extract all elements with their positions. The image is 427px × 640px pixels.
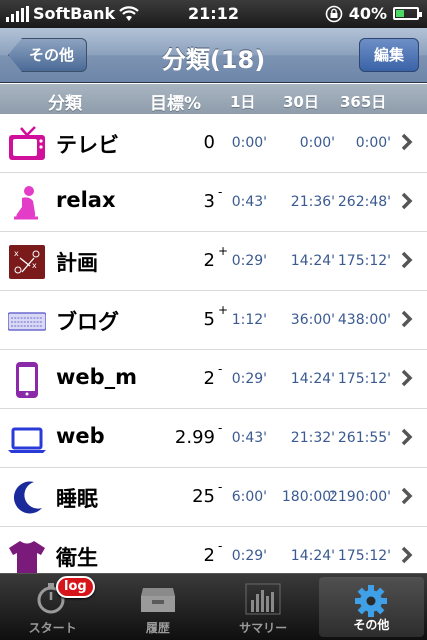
category-name: 睡眠 [56,487,98,511]
target-mark: - [218,480,223,494]
chevron-right-icon [401,192,413,210]
target-percent: 25 [192,486,215,507]
time-day1: 0:29' [231,253,267,269]
time-day365: 175:12' [337,548,391,564]
time-day365: 261:55' [337,430,391,446]
time-day30: 14:24' [290,371,335,387]
sitting-person-icon [14,186,38,220]
log-badge: log [56,576,95,598]
status-bar: SoftBank 21:12 40% [0,0,427,28]
chevron-right-icon [401,487,413,505]
target-percent: 2 [203,545,215,566]
gear-icon [355,585,388,617]
keyboard-icon [8,312,46,331]
edit-button[interactable]: 編集 [358,38,419,72]
moon-icon [13,481,42,514]
category-name: テレビ [56,133,119,157]
category-name: web_m [56,365,138,389]
tab-label: スタート [28,621,77,635]
category-name: 衛生 [56,546,98,570]
time-day30: 180:00' [281,489,335,505]
tab-label: 履歴 [145,621,170,635]
time-day1: 0:29' [231,548,267,564]
column-day30: 30日 [283,93,319,111]
time-day30: 14:24' [290,548,335,564]
time-day30: 14:24' [290,253,335,269]
list-item[interactable]: relax 3 - 0:43' 21:36' 262:48' [0,173,427,232]
time-day1: 0:43' [231,194,267,210]
svg-text:x: x [32,261,37,270]
target-percent: 2.99 [174,427,215,448]
list-item[interactable]: web 2.99 - 0:43' 21:32' 261:55' [0,409,427,468]
chevron-right-icon [401,369,413,387]
target-percent: 2 [203,368,215,389]
phone-icon [16,362,38,398]
tab-bar: log スタート 履歴 サマリー その他 [0,573,427,640]
tv-icon [9,126,45,160]
column-category: 分類 [48,94,82,114]
bar-chart-icon [245,583,281,615]
time-day30: 21:32' [290,430,335,446]
tab-start[interactable]: log スタート [0,574,105,640]
category-name: web [56,424,105,448]
category-name: ブログ [56,310,119,334]
target-mark: - [218,185,223,199]
battery-icon [393,7,422,20]
time-day365: 175:12' [337,371,391,387]
chevron-right-icon [401,428,413,446]
tab-history[interactable]: 履歴 [105,574,210,640]
chevron-right-icon [401,133,413,151]
category-list: テレビ 0 0:00' 0:00' 0:00' relax 3 - 0:43' … [0,114,427,586]
chevron-right-icon [401,546,413,564]
navigation-bar: その他 分類(18) 編集 [0,28,427,83]
tab-summary[interactable]: サマリー [211,574,316,640]
column-target: 目標% [150,94,202,114]
tshirt-icon [9,541,45,573]
category-name: relax [56,188,116,212]
target-percent: 0 [203,132,215,153]
time-day365: 175:12' [337,253,391,269]
target-mark: + [218,303,229,317]
time-day1: 6:00' [231,489,267,505]
time-day30: 21:36' [290,194,335,210]
list-item[interactable]: ブログ 5 + 1:12' 36:00' 438:00' [0,291,427,350]
chevron-right-icon [401,251,413,269]
target-percent: 5 [203,309,215,330]
play-diagram-icon: x x [9,245,45,279]
category-name: 計画 [56,251,98,275]
battery-percent: 40% [348,4,387,23]
column-day1: 1日 [230,93,256,111]
time-day30: 0:00' [299,135,335,151]
target-mark: + [218,244,229,258]
time-day365: 0:00' [355,135,391,151]
target-mark: - [218,362,223,376]
time-day30: 36:00' [290,312,335,328]
list-item[interactable]: web_m 2 - 0:29' 14:24' 175:12' [0,350,427,409]
inbox-tray-icon [140,588,175,612]
time-day1: 1:12' [231,312,267,328]
target-mark: - [218,539,223,553]
rotation-lock-icon [325,5,343,22]
target-percent: 3 [203,191,215,212]
column-day365: 365日 [340,93,387,111]
target-percent: 2 [203,250,215,271]
tab-label: サマリー [239,621,288,635]
time-day1: 0:43' [231,430,267,446]
time-day365: 438:00' [337,312,391,328]
time-day1: 0:29' [231,371,267,387]
time-day1: 0:00' [231,135,267,151]
target-mark: - [218,421,223,435]
time-day365: 262:48' [337,194,391,210]
column-header: 分類 目標% 1日 30日 365日 [0,84,427,114]
tab-label: その他 [353,618,390,632]
list-item[interactable]: x x 計画 2 + 0:29' 14:24' 175:12' [0,232,427,291]
svg-text:x: x [14,249,19,258]
list-item[interactable]: テレビ 0 0:00' 0:00' 0:00' [0,114,427,173]
chevron-right-icon [401,310,413,328]
list-item[interactable]: 睡眠 25 - 6:00' 180:00' 2190:00' [0,468,427,527]
laptop-icon [8,427,46,453]
tab-other[interactable]: その他 [318,577,424,637]
time-day365: 2190:00' [328,489,391,505]
